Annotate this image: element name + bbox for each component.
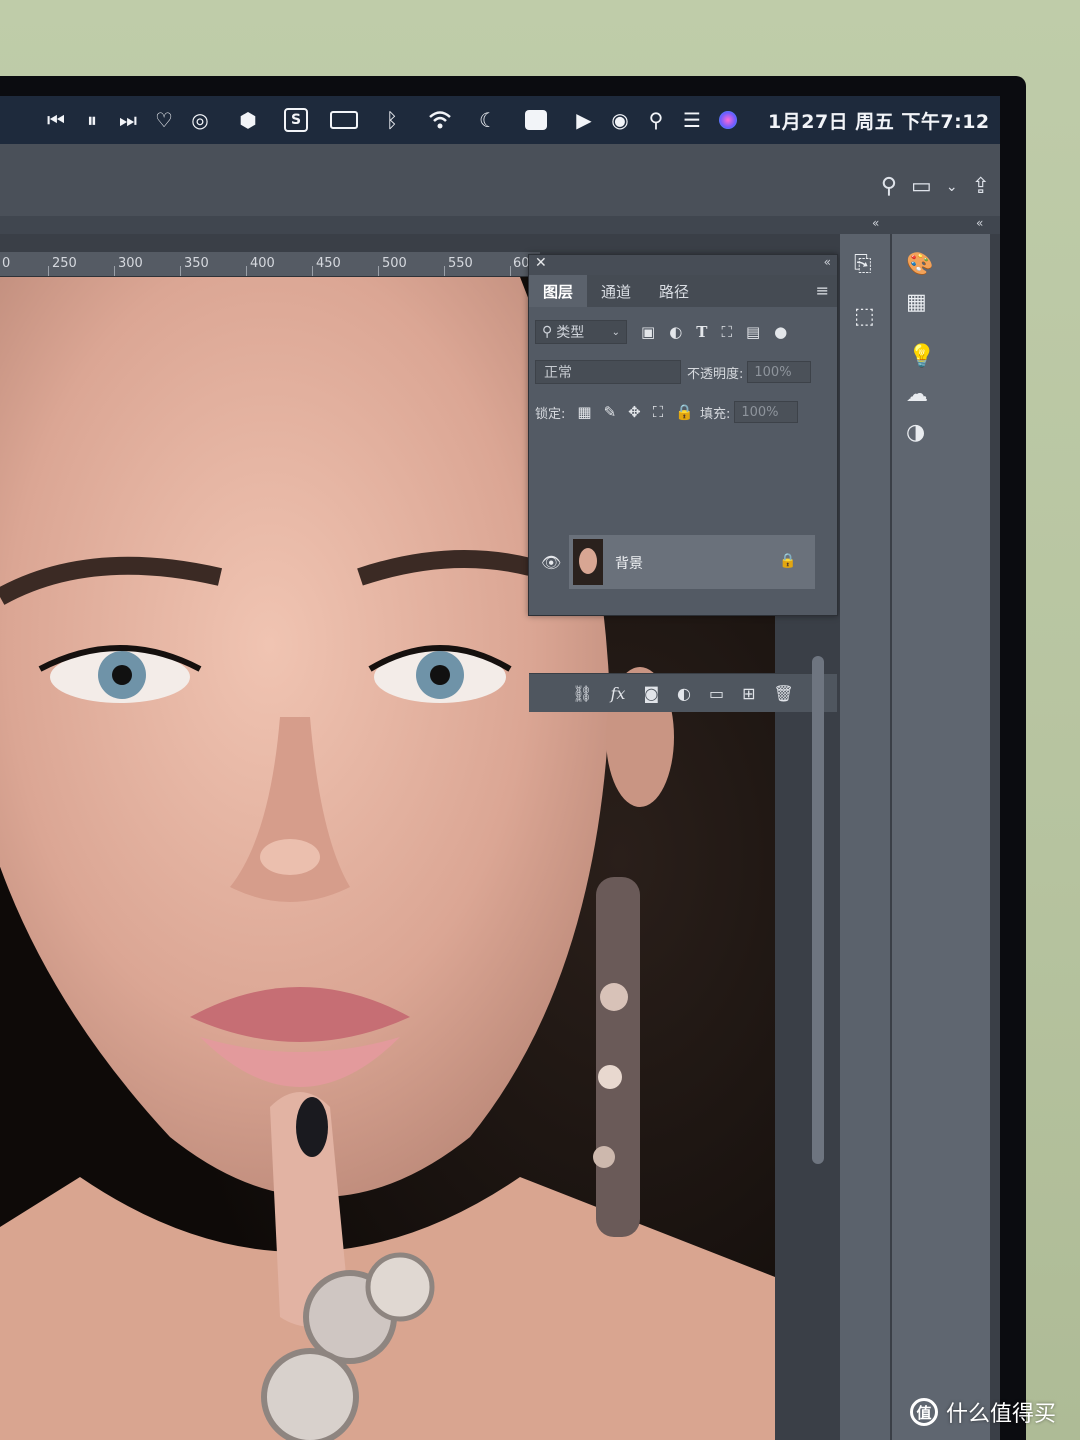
play-circle-icon[interactable]: ▶ [570,106,598,134]
lock-all-icon[interactable]: 🔒 [675,403,694,421]
bluetooth-icon[interactable]: ᛒ [378,106,406,134]
add-mask-icon[interactable]: ◙ [643,684,659,703]
menu-bar-clock[interactable]: 1月27日 周五 下午7:12 [768,107,990,134]
panel-menu-icon[interactable]: ≡ [816,281,829,300]
learn-bulb-icon[interactable]: 💡 [908,344,935,369]
ruler-label: 300 [118,256,143,271]
search-icon[interactable]: ⚲ [642,106,670,134]
workspace-icon[interactable]: ▭ [911,174,932,199]
heart-icon[interactable]: ♡ [150,106,178,134]
control-center-icon[interactable]: ☰ [678,106,706,134]
type-filter-icon[interactable]: T [696,323,707,341]
visibility-eye-icon[interactable]: 👁 [541,553,561,572]
monitor-screen: ⏮ ⏸ ⏭ ♡ ◎ ⬢ S ᛒ ☾ ▶ ◉ ⚲ ☰ 1月27日 周五 下午7:1… [0,96,1000,1440]
spiral-icon[interactable]: ◎ [186,106,214,134]
link-layers-icon[interactable]: ⛓ [572,684,592,703]
ruler-label: 500 [382,256,407,271]
lock-paint-icon[interactable]: ✎ [604,403,617,421]
wifi-icon[interactable] [426,106,454,134]
lock-artboard-icon[interactable]: ⛶ [653,403,664,421]
photoshop-top-bar: ⚲ ▭ ⌄ ⇪ [0,144,1000,216]
battery-icon[interactable] [330,106,358,134]
trash-icon[interactable]: 🗑 [773,684,793,703]
blend-row: 正常 不透明度: 100% [535,359,831,385]
blend-mode-label: 正常 [544,365,572,381]
panel-collapse-row: « « [0,216,1000,234]
share-icon[interactable]: ⇪ [972,174,990,199]
layer-thumbnail [573,539,603,585]
collapse-icon[interactable]: « [872,216,879,230]
tab-paths[interactable]: 路径 [645,275,703,307]
ruler-label: 350 [184,256,209,271]
search-icon[interactable]: ⚲ [881,174,897,199]
filter-kind-label: 类型 [556,325,585,341]
blend-mode-select[interactable]: 正常 [535,360,681,384]
pause-icon[interactable]: ⏸ [78,106,106,134]
fx-icon[interactable]: fx [611,684,626,703]
canvas-scrollbar[interactable] [812,656,824,1164]
watermark-logo: 值 [910,1398,938,1426]
moon-icon[interactable]: ☾ [474,106,502,134]
photos-icon[interactable] [522,106,550,134]
tab-layers[interactable]: 图层 [529,275,588,307]
smart-object-filter-icon[interactable]: ▤ [746,323,760,341]
opacity-label: 不透明度: [687,366,744,382]
lock-transparency-icon[interactable]: ▦ [577,403,591,421]
pixel-filter-icon[interactable]: ▣ [641,323,655,341]
tab-channels[interactable]: 通道 [587,275,645,307]
chevron-down-icon: ⌄ [611,326,620,338]
filter-toggle-icon[interactable]: ● [774,323,787,341]
previous-track-icon[interactable]: ⏮ [42,106,70,134]
ruler-label: 0 [2,256,11,271]
watermark-text: 什么值得买 [946,1402,1057,1427]
hexagon-icon[interactable]: ⬢ [234,106,262,134]
collapse-icon[interactable]: « [976,216,983,230]
color-palette-icon[interactable]: 🎨 [906,252,933,277]
history-icon[interactable]: ⎘ [854,252,872,277]
layers-panel: ✕ « 图层 通道 路径 ≡ ⚲ 类型 ⌄ ▣ ◐ T ⛶ ▤ ● 正常 不透明… [528,254,838,712]
panel-title-bar: ✕ « [529,255,837,275]
ruler-label: 250 [52,256,77,271]
libraries-icon[interactable]: ☁ [906,382,928,407]
ruler-label: 400 [250,256,275,271]
user-circle-icon[interactable]: ◉ [606,106,634,134]
fill-label: 填充: [699,406,731,422]
ruler-label: 550 [448,256,473,271]
watermark: 值 什么值得买 [910,1396,1056,1428]
macos-menu-bar: ⏮ ⏸ ⏭ ♡ ◎ ⬢ S ᛒ ☾ ▶ ◉ ⚲ ☰ 1月27日 周五 下午7:1… [0,96,1000,144]
s-app-icon[interactable]: S [282,106,310,134]
new-layer-icon[interactable]: ⊞ [742,684,755,703]
shape-filter-icon[interactable]: ⛶ [721,323,732,341]
close-icon[interactable]: ✕ [535,255,547,271]
next-track-icon[interactable]: ⏭ [114,106,142,134]
adjustments-icon[interactable]: ◑ [906,420,925,445]
adjustment-filter-icon[interactable]: ◐ [669,323,682,341]
ruler-label: 450 [316,256,341,271]
opacity-input[interactable]: 100% [747,361,812,383]
collapse-icon[interactable]: « [824,255,831,269]
new-group-icon[interactable]: ▭ [709,684,724,703]
swatches-grid-icon[interactable]: ▦ [906,290,927,315]
panel-tabs: 图层 通道 路径 [529,275,837,307]
lock-label: 锁定: [535,406,566,422]
search-icon: ⚲ [542,324,553,340]
horizontal-ruler: 0 250 300 350 400 450 500 550 60 [0,252,540,277]
filter-kind-select[interactable]: ⚲ 类型 ⌄ [535,320,627,344]
layer-name: 背景 [615,556,643,572]
3d-cube-icon[interactable]: ⬚ [854,304,875,329]
siri-icon[interactable] [714,106,742,134]
lock-move-icon[interactable]: ✥ [628,403,641,421]
adjustment-layer-icon[interactable]: ◐ [677,684,691,703]
fill-input[interactable]: 100% [734,401,799,423]
layer-lock-icon: 🔒 [779,553,797,569]
lock-row: 锁定: ▦ ✎ ✥ ⛶ 🔒 填充: 100% [535,399,831,425]
panel-footer: ⛓ fx ◙ ◐ ▭ ⊞ 🗑 [529,673,837,712]
layer-filter-row: ⚲ 类型 ⌄ ▣ ◐ T ⛶ ▤ ● [535,319,831,345]
panel-icon-strip-2: 🎨 ▦ 💡 ☁ ◑ [892,234,990,1440]
chevron-down-icon[interactable]: ⌄ [946,179,958,195]
panel-icon-strip: ⎘ ⬚ [840,234,890,1440]
